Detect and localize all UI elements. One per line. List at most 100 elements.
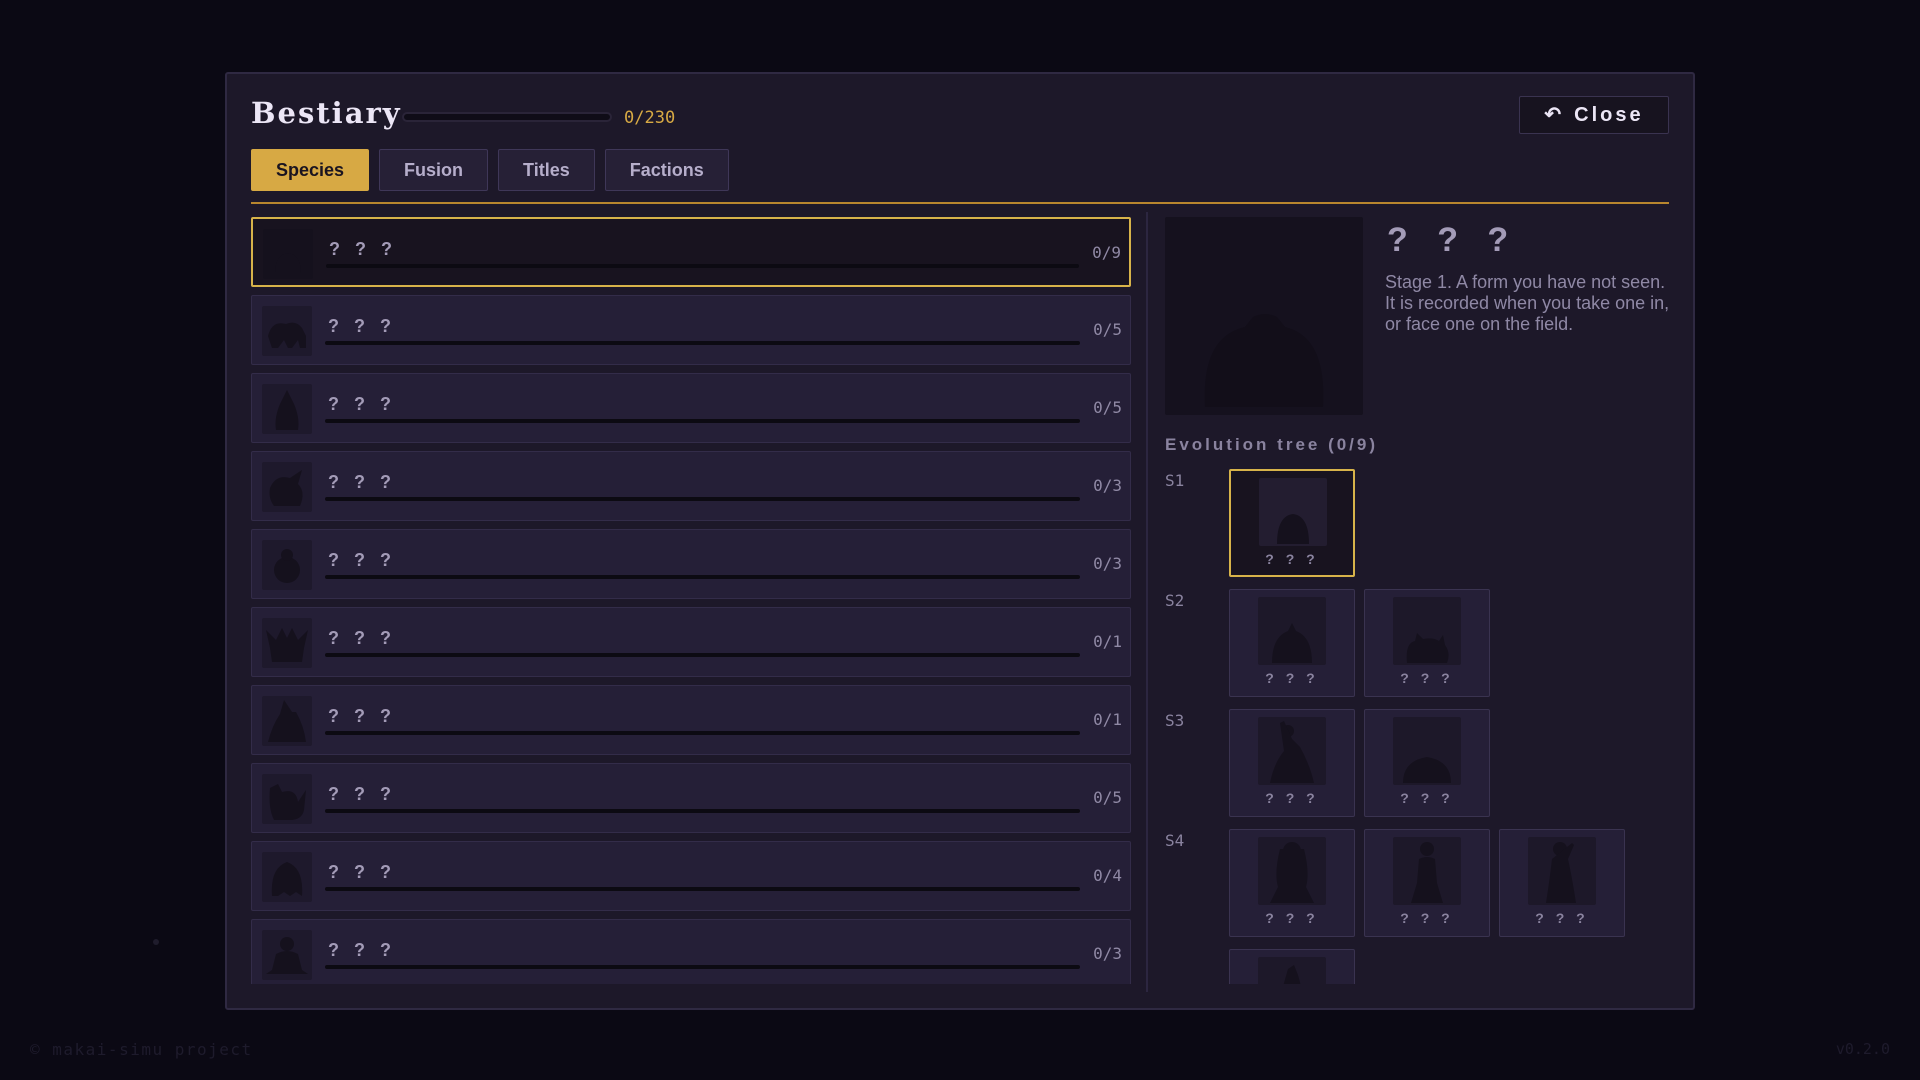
evolution-node-name: ? ? ? bbox=[1400, 790, 1454, 806]
creature-silhouette-icon bbox=[1258, 957, 1326, 984]
species-name: ? ? ? bbox=[328, 472, 396, 492]
species-row[interactable]: ? ? ? 0/3 bbox=[251, 529, 1131, 599]
species-detail-panel: ? ? ? Stage 1. A form you have not seen.… bbox=[1165, 217, 1673, 984]
species-row[interactable]: ? ? ? 0/5 bbox=[251, 295, 1131, 365]
species-portrait-silhouette bbox=[1165, 217, 1363, 415]
species-progress-bar bbox=[325, 809, 1080, 813]
species-name: ? ? ? bbox=[328, 628, 396, 648]
evolution-node-name: ? ? ? bbox=[1265, 551, 1319, 567]
version-text: v0.2.0 bbox=[1835, 1040, 1890, 1058]
species-progress-bar bbox=[325, 497, 1080, 501]
species-row[interactable]: ? ? ? 0/3 bbox=[251, 919, 1131, 984]
species-progress-bar bbox=[325, 575, 1080, 579]
ambient-dot bbox=[153, 939, 159, 945]
species-name: ? ? ? bbox=[328, 940, 396, 960]
modal-header: Bestiary 0/230 ↶ Close bbox=[251, 96, 1669, 136]
round-creature-silhouette-icon bbox=[262, 540, 312, 590]
cat-slime-silhouette-icon bbox=[1393, 597, 1461, 665]
evolution-node[interactable]: ? ? ? bbox=[1229, 589, 1355, 697]
stage-label-s1: S1 bbox=[1165, 471, 1185, 490]
species-progress-bar bbox=[325, 419, 1080, 423]
species-progress-bar bbox=[325, 341, 1080, 345]
robed-figure-silhouette-icon bbox=[1393, 837, 1461, 905]
beast-silhouette-icon bbox=[262, 306, 312, 356]
evolution-node[interactable]: ? ? ? bbox=[1229, 469, 1355, 577]
long-hair-figure-silhouette-icon bbox=[1258, 837, 1326, 905]
header-divider bbox=[251, 202, 1669, 204]
species-count: 0/1 bbox=[1093, 632, 1122, 651]
panel-divider bbox=[1146, 212, 1148, 992]
species-count: 0/1 bbox=[1093, 710, 1122, 729]
species-row[interactable]: ? ? ? 0/3 bbox=[251, 451, 1131, 521]
species-detail-name: ? ? ? bbox=[1387, 221, 1519, 259]
species-count: 0/4 bbox=[1093, 866, 1122, 885]
horned-beast-silhouette-icon bbox=[262, 774, 312, 824]
tab-fusion[interactable]: Fusion bbox=[379, 149, 489, 191]
evolution-node[interactable]: ? ? ? bbox=[1499, 829, 1625, 937]
evolution-node-name: ? ? ? bbox=[1535, 910, 1589, 926]
copyright-text: © makai-simu project bbox=[30, 1040, 253, 1059]
species-row[interactable]: ? ? ? 0/1 bbox=[251, 685, 1131, 755]
species-row[interactable]: ? ? ? 0/5 bbox=[251, 373, 1131, 443]
dancer-silhouette-icon bbox=[1258, 717, 1326, 785]
species-list[interactable]: ? ? ? 0/9 ? ? ? 0/5 ? ? ? 0/5 ? ? ? 0/3 … bbox=[251, 217, 1131, 984]
winged-beast-silhouette-icon bbox=[262, 462, 312, 512]
species-row[interactable]: ? ? ? 0/5 bbox=[251, 763, 1131, 833]
evolution-node[interactable]: ? ? ? bbox=[1229, 709, 1355, 817]
species-name: ? ? ? bbox=[329, 239, 397, 259]
species-progress-bar bbox=[325, 965, 1080, 969]
completion-progress-bar bbox=[402, 112, 612, 122]
bestiary-modal: Bestiary 0/230 ↶ Close Species Fusion Ti… bbox=[225, 72, 1695, 1010]
species-count: 0/9 bbox=[1092, 243, 1121, 262]
species-row[interactable]: ? ? ? 0/4 bbox=[251, 841, 1131, 911]
species-progress-bar bbox=[325, 731, 1080, 735]
evolution-node[interactable] bbox=[1229, 949, 1355, 984]
species-progress-bar bbox=[325, 887, 1080, 891]
evolution-node-name: ? ? ? bbox=[1265, 670, 1319, 686]
species-name: ? ? ? bbox=[328, 784, 396, 804]
mound-silhouette-icon bbox=[1393, 717, 1461, 785]
evolution-node[interactable]: ? ? ? bbox=[1364, 709, 1490, 817]
evolution-node[interactable]: ? ? ? bbox=[1364, 589, 1490, 697]
evolution-node-name: ? ? ? bbox=[1400, 910, 1454, 926]
page-title: Bestiary bbox=[251, 96, 402, 130]
species-count: 0/3 bbox=[1093, 476, 1122, 495]
species-count: 0/5 bbox=[1093, 320, 1122, 339]
species-name: ? ? ? bbox=[328, 862, 396, 882]
stage-label-s2: S2 bbox=[1165, 591, 1185, 610]
species-row[interactable]: ? ? ? 0/9 bbox=[251, 217, 1131, 287]
ghost-silhouette-icon bbox=[262, 852, 312, 902]
slime-silhouette-icon bbox=[263, 229, 313, 279]
species-description: Stage 1. A form you have not seen. It is… bbox=[1385, 272, 1670, 334]
evolution-node-name: ? ? ? bbox=[1265, 790, 1319, 806]
evolution-tree-title: Evolution tree (0/9) bbox=[1165, 435, 1379, 454]
species-name: ? ? ? bbox=[328, 550, 396, 570]
stage-label-s3: S3 bbox=[1165, 711, 1185, 730]
species-progress-bar bbox=[326, 264, 1079, 268]
tab-bar: Species Fusion Titles Factions bbox=[251, 149, 729, 191]
staff-bearer-silhouette-icon bbox=[1528, 837, 1596, 905]
species-name: ? ? ? bbox=[328, 706, 396, 726]
tab-titles[interactable]: Titles bbox=[498, 149, 595, 191]
slime-silhouette-icon bbox=[1258, 597, 1326, 665]
witch-silhouette-icon bbox=[262, 696, 312, 746]
evolution-node-name: ? ? ? bbox=[1265, 910, 1319, 926]
evolution-node[interactable]: ? ? ? bbox=[1364, 829, 1490, 937]
species-count: 0/5 bbox=[1093, 788, 1122, 807]
tab-factions[interactable]: Factions bbox=[604, 149, 729, 191]
tab-species[interactable]: Species bbox=[251, 149, 370, 191]
species-row[interactable]: ? ? ? 0/1 bbox=[251, 607, 1131, 677]
evolution-node-name: ? ? ? bbox=[1400, 670, 1454, 686]
species-name: ? ? ? bbox=[328, 394, 396, 414]
close-button[interactable]: ↶ Close bbox=[1519, 96, 1669, 134]
species-count: 0/3 bbox=[1093, 554, 1122, 573]
stage-label-s4: S4 bbox=[1165, 831, 1185, 850]
species-progress-bar bbox=[325, 653, 1080, 657]
seated-figure-silhouette-icon bbox=[262, 930, 312, 980]
evolution-node[interactable]: ? ? ? bbox=[1229, 829, 1355, 937]
hooded-figure-silhouette-icon bbox=[262, 384, 312, 434]
species-count: 0/3 bbox=[1093, 944, 1122, 963]
species-name: ? ? ? bbox=[328, 316, 396, 336]
slime-silhouette-icon bbox=[1259, 478, 1327, 546]
undo-arrow-icon: ↶ bbox=[1544, 104, 1565, 126]
